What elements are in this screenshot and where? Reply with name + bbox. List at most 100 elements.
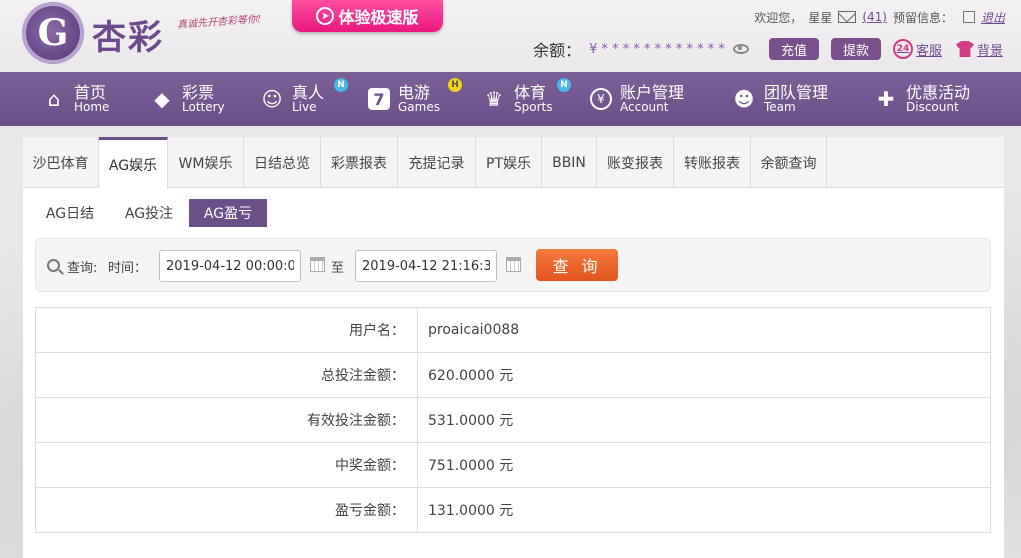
new-badge: N: [334, 78, 348, 92]
nav-sublabel: Home: [74, 100, 110, 115]
background-link[interactable]: 背景: [955, 40, 1003, 59]
hot-badge: H: [448, 78, 462, 92]
logo-text: 杏彩: [92, 18, 164, 58]
nav-item-games[interactable]: 7 电游 Games H: [368, 72, 462, 126]
nav-label: 电游: [398, 82, 431, 102]
nav-sublabel: Account: [620, 100, 669, 115]
nav-sublabel: Team: [764, 100, 796, 115]
background-label: 背景: [976, 43, 1003, 59]
search-icon: [47, 259, 60, 272]
row-value: 620.0000 元: [417, 352, 991, 398]
nav-item-lottery[interactable]: ◆ 彩票 Lottery: [150, 72, 225, 126]
tab-deposit-withdraw[interactable]: 充提记录: [398, 137, 476, 188]
table-row: 盈亏金额： 131.0000 元: [35, 487, 991, 533]
tab-transfer-report[interactable]: 转账报表: [674, 137, 751, 188]
nav-label: 彩票: [182, 82, 215, 102]
mail-count-link[interactable]: (41): [862, 10, 887, 24]
nav-item-account[interactable]: ¥ 账户管理 Account: [590, 72, 684, 126]
report-tabs: 沙巴体育 AG娱乐 WM娱乐 日结总览 彩票报表 充提记录 PT娱乐 BBIN …: [23, 137, 1004, 189]
eye-icon[interactable]: [732, 44, 749, 54]
to-label: 至: [331, 261, 345, 276]
nav-item-discount[interactable]: ✚ 优惠活动 Discount: [874, 72, 970, 126]
row-label: 用户名：: [35, 307, 418, 353]
fast-version-button[interactable]: ➤ 体验极速版: [292, 0, 443, 32]
nav-label: 账户管理: [620, 82, 685, 102]
row-value: 131.0000 元: [417, 487, 991, 533]
logo-slogan: 真诚先开杏彩等你!: [176, 14, 262, 31]
row-value: 531.0000 元: [417, 397, 991, 443]
nav-label: 首页: [74, 82, 107, 102]
tab-daily-summary[interactable]: 日结总览: [244, 137, 321, 188]
headset-icon: 24: [892, 39, 913, 59]
tab-wm-casino[interactable]: WM娱乐: [168, 137, 244, 188]
row-value: 751.0000 元: [417, 442, 991, 488]
row-label: 盈亏金额：: [35, 487, 418, 533]
logo-mark-icon: G: [22, 2, 84, 64]
nav-item-home[interactable]: ⌂ 首页 Home: [42, 72, 110, 126]
shirt-icon: [955, 41, 974, 57]
tab-lottery-report[interactable]: 彩票报表: [321, 137, 398, 188]
tab-saba-sports[interactable]: 沙巴体育: [23, 137, 99, 188]
table-row: 有效投注金额： 531.0000 元: [35, 397, 991, 443]
row-label: 总投注金额：: [35, 352, 418, 398]
tab-pt-casino[interactable]: PT娱乐: [476, 137, 542, 188]
customer-service-link[interactable]: 24 客服: [892, 39, 942, 59]
start-time-input[interactable]: [159, 250, 301, 282]
edit-icon[interactable]: [962, 11, 975, 23]
table-row: 用户名： proaicai0088: [35, 307, 991, 353]
fast-version-label: 体验极速版: [338, 8, 419, 27]
nav-sublabel: Live: [292, 100, 317, 115]
nav-label: 真人: [292, 82, 325, 102]
slot-seven-icon: 7: [368, 88, 390, 110]
deposit-button[interactable]: 充值: [768, 38, 819, 60]
ticket-icon: ◆: [154, 87, 170, 111]
row-label: 中奖金额：: [35, 442, 418, 488]
nav-item-live[interactable]: ☺ 真人 Live N: [260, 72, 348, 126]
team-icon: ☻: [733, 87, 755, 111]
calendar-icon[interactable]: [506, 257, 521, 272]
row-label: 有效投注金额：: [35, 397, 418, 443]
tab-bbin[interactable]: BBIN: [542, 137, 597, 188]
end-time-input[interactable]: [355, 250, 497, 282]
subtab-ag-bets[interactable]: AG投注: [113, 199, 185, 227]
balance-value: ¥ * * * * * * * * * * * *: [589, 41, 725, 57]
trophy-icon: ♛: [485, 87, 503, 111]
time-label: 时间：: [108, 261, 148, 276]
report-panel: 沙巴体育 AG娱乐 WM娱乐 日结总览 彩票报表 充提记录 PT娱乐 BBIN …: [23, 137, 1004, 558]
coin-icon: ¥: [590, 88, 612, 110]
withdraw-button[interactable]: 提款: [830, 38, 881, 60]
subtab-ag-daily[interactable]: AG日结: [35, 199, 105, 227]
logo[interactable]: G 杏彩 真诚先开杏彩等你!: [22, 2, 272, 64]
profit-loss-table: 用户名： proaicai0088 总投注金额： 620.0000 元 有效投注…: [35, 307, 991, 533]
nav-sublabel: Lottery: [182, 100, 225, 115]
tab-ag-casino[interactable]: AG娱乐: [99, 137, 168, 189]
nav-sublabel: Sports: [514, 100, 553, 115]
rocket-icon: ➤: [316, 7, 335, 25]
nav-label: 优惠活动: [906, 82, 971, 102]
nav-label: 团队管理: [764, 82, 829, 102]
username: 星星: [808, 10, 833, 25]
new-badge: N: [557, 78, 571, 92]
live-dealer-icon: ☺: [261, 87, 283, 111]
calendar-icon[interactable]: [310, 257, 325, 272]
query-bar: 查询: 时间： 至 查 询: [35, 238, 991, 292]
gift-icon: ✚: [877, 87, 895, 111]
tab-balance-query[interactable]: 余额查询: [751, 137, 827, 188]
table-row: 总投注金额： 620.0000 元: [35, 352, 991, 398]
query-label: 查询:: [67, 261, 98, 276]
balance-label: 余额：: [533, 41, 582, 60]
nav-sublabel: Games: [398, 100, 440, 115]
query-button[interactable]: 查 询: [536, 249, 618, 281]
tab-balance-change[interactable]: 账变报表: [597, 137, 674, 188]
nav-item-team[interactable]: ☻ 团队管理 Team: [732, 72, 828, 126]
welcome-text: 欢迎您，: [754, 10, 803, 25]
logout-link[interactable]: 退出: [981, 9, 1005, 26]
nav-item-sports[interactable]: ♛ 体育 Sports N: [482, 72, 571, 126]
mail-icon[interactable]: [838, 11, 857, 23]
subtab-ag-profit-loss[interactable]: AG盈亏: [189, 199, 267, 227]
reserved-info-label: 预留信息：: [892, 10, 953, 25]
customer-service-label: 客服: [915, 43, 942, 59]
user-info-bar: 欢迎您， 星星 (41) 预留信息： 退出: [754, 7, 1005, 27]
header: G 杏彩 真诚先开杏彩等你! ➤ 体验极速版 欢迎您， 星星 (41) 预留信息…: [0, 0, 1021, 72]
main-nav: ⌂ 首页 Home ◆ 彩票 Lottery ☺ 真人 Live N 7 电游 Game…: [0, 72, 1021, 126]
